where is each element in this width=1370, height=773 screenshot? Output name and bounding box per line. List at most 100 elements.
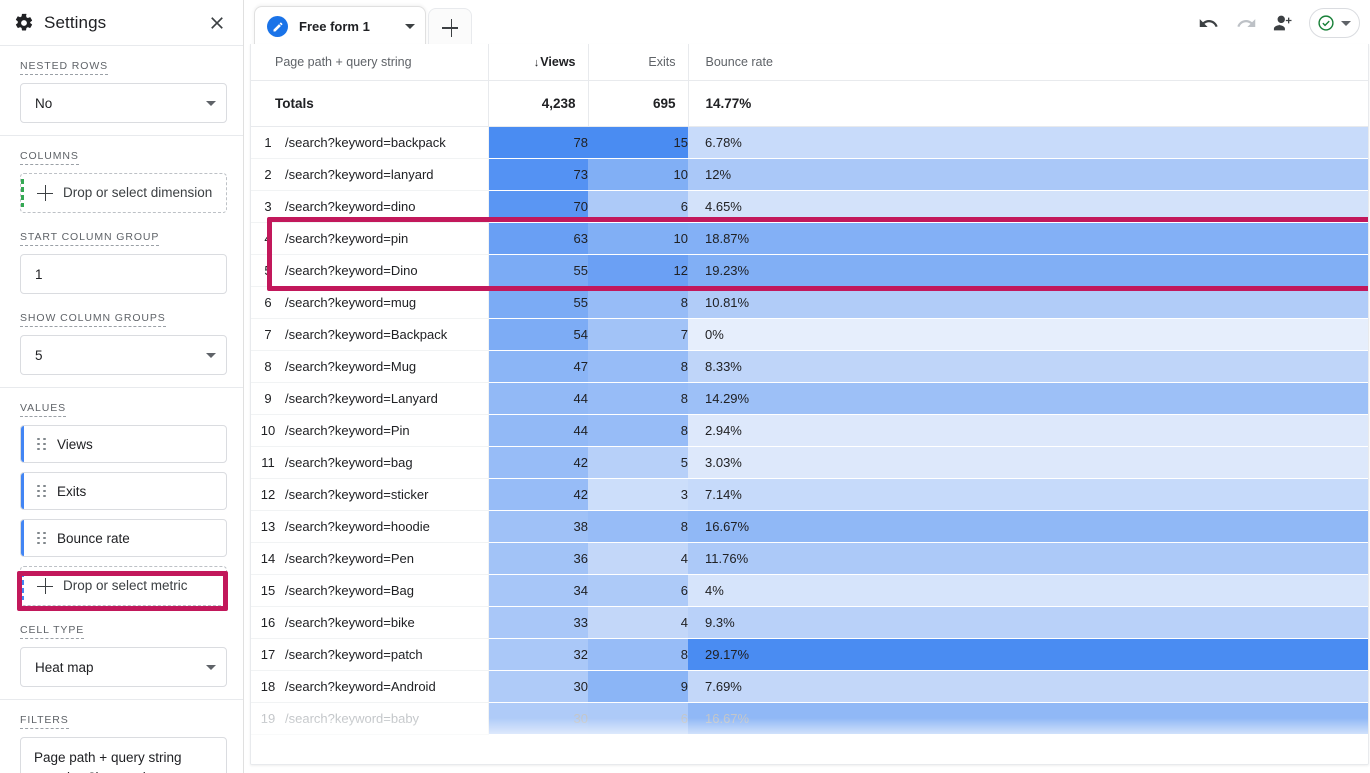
row-dimension[interactable]: /search?keyword=baby <box>285 702 489 735</box>
filter-card[interactable]: Page path + query string contains ?keywo… <box>20 737 227 773</box>
table-row[interactable]: 1/search?keyword=backpack 78 15 6.78% <box>251 126 1368 159</box>
cell-bounce-rate: 0% <box>688 318 1368 351</box>
columns-dropzone[interactable]: Drop or select dimension <box>20 173 227 213</box>
start-column-group-input[interactable]: 1 <box>20 254 227 294</box>
plus-icon <box>37 578 53 594</box>
table-row[interactable]: 8/search?keyword=Mug 47 8 8.33% <box>251 350 1368 383</box>
table-row[interactable]: 19/search?keyword=baby 30 6 16.67% <box>251 702 1368 735</box>
table-row[interactable]: 13/search?keyword=hoodie 38 8 16.67% <box>251 510 1368 543</box>
row-dimension[interactable]: /search?keyword=Bag <box>285 574 489 607</box>
cell-exits: 10 <box>588 222 688 255</box>
row-dimension[interactable]: /search?keyword=hoodie <box>285 510 489 543</box>
cell-exits: 8 <box>588 414 688 447</box>
row-index: 6 <box>251 286 285 319</box>
table-row[interactable]: 4/search?keyword=pin 63 10 18.87% <box>251 222 1368 255</box>
columns-dropzone-label: Drop or select dimension <box>63 184 213 200</box>
values-dropzone[interactable]: Drop or select metric <box>20 566 227 606</box>
tab-free-form-1[interactable]: Free form 1 <box>254 6 426 46</box>
cell-views: 47 <box>488 350 588 383</box>
row-dimension[interactable]: /search?keyword=Android <box>285 670 489 703</box>
show-column-groups-select[interactable]: 5 <box>20 335 227 375</box>
row-dimension[interactable]: /search?keyword=Dino <box>285 254 489 287</box>
cell-bounce-rate: 10.81% <box>688 286 1368 319</box>
add-person-icon[interactable] <box>1267 6 1301 40</box>
row-dimension[interactable]: /search?keyword=Pen <box>285 542 489 575</box>
table-row[interactable]: 5/search?keyword=Dino 55 12 19.23% <box>251 254 1368 287</box>
row-index: 1 <box>251 126 285 159</box>
row-dimension[interactable]: /search?keyword=Lanyard <box>285 382 489 415</box>
add-tab-button[interactable] <box>428 8 472 46</box>
col-header-dimension[interactable]: Page path + query string <box>251 44 489 81</box>
table-row[interactable]: 16/search?keyword=bike 33 4 9.3% <box>251 606 1368 639</box>
undo-icon[interactable] <box>1191 6 1225 40</box>
table-row[interactable]: 18/search?keyword=Android 30 9 7.69% <box>251 670 1368 703</box>
report-table-container: Page path + query string ↓Views Exits Bo… <box>250 44 1369 765</box>
table-row[interactable]: 7/search?keyword=Backpack 54 7 0% <box>251 318 1368 351</box>
cell-type-select[interactable]: Heat map <box>20 647 227 687</box>
table-row[interactable]: 12/search?keyword=sticker 42 3 7.14% <box>251 478 1368 511</box>
col-header-views[interactable]: ↓Views <box>488 44 589 81</box>
row-dimension[interactable]: /search?keyword=Pin <box>285 414 489 447</box>
drag-handle-icon[interactable] <box>37 531 47 544</box>
cell-views: 36 <box>488 542 588 575</box>
cell-bounce-rate: 2.94% <box>688 414 1368 447</box>
chevron-down-icon <box>1341 20 1351 26</box>
section-values: VALUES Views Exits Bounce rate Drop or s… <box>0 388 243 700</box>
toolbar-actions <box>1191 6 1370 40</box>
row-index: 4 <box>251 222 285 255</box>
cell-bounce-rate: 9.3% <box>688 606 1368 639</box>
drag-handle-icon[interactable] <box>37 437 47 450</box>
row-dimension[interactable]: /search?keyword=lanyard <box>285 158 489 191</box>
cell-views: 54 <box>488 318 588 351</box>
values-dropzone-label: Drop or select metric <box>63 577 188 593</box>
cell-bounce-rate: 7.14% <box>688 478 1368 511</box>
cell-views: 73 <box>488 158 588 191</box>
cell-exits: 6 <box>588 190 688 223</box>
row-index: 16 <box>251 606 285 639</box>
row-dimension[interactable]: /search?keyword=pin <box>285 222 489 255</box>
table-row[interactable]: 15/search?keyword=Bag 34 6 4% <box>251 574 1368 607</box>
redo-icon[interactable] <box>1229 6 1263 40</box>
cell-bounce-rate: 12% <box>688 158 1368 191</box>
row-dimension[interactable]: /search?keyword=backpack <box>285 126 489 159</box>
value-chip-exits[interactable]: Exits <box>20 472 227 510</box>
close-icon[interactable] <box>207 13 227 33</box>
totals-views: 4,238 <box>488 80 589 127</box>
cell-views: 70 <box>488 190 588 223</box>
col-header-bounce-rate[interactable]: Bounce rate <box>688 44 1368 81</box>
row-dimension[interactable]: /search?keyword=patch <box>285 638 489 671</box>
drag-handle-icon[interactable] <box>37 484 47 497</box>
chevron-down-icon[interactable] <box>405 24 415 29</box>
table-row[interactable]: 2/search?keyword=lanyard 73 10 12% <box>251 158 1368 191</box>
table-row[interactable]: 17/search?keyword=patch 32 8 29.17% <box>251 638 1368 671</box>
row-index: 10 <box>251 414 285 447</box>
filters-label: FILTERS <box>20 714 69 729</box>
table-row[interactable]: 10/search?keyword=Pin 44 8 2.94% <box>251 414 1368 447</box>
table-row[interactable]: 9/search?keyword=Lanyard 44 8 14.29% <box>251 382 1368 415</box>
value-chip-label: Bounce rate <box>57 530 130 546</box>
table-row[interactable]: 6/search?keyword=mug 55 8 10.81% <box>251 286 1368 319</box>
start-column-group-value: 1 <box>35 266 43 282</box>
table-row[interactable]: 14/search?keyword=Pen 36 4 11.76% <box>251 542 1368 575</box>
status-badge[interactable] <box>1309 8 1360 38</box>
cell-views: 32 <box>488 638 588 671</box>
row-dimension[interactable]: /search?keyword=sticker <box>285 478 489 511</box>
col-header-exits[interactable]: Exits <box>588 44 689 81</box>
nested-rows-select[interactable]: No <box>20 83 227 123</box>
row-index: 13 <box>251 510 285 543</box>
row-dimension[interactable]: /search?keyword=dino <box>285 190 489 223</box>
cell-bounce-rate: 6.78% <box>688 126 1368 159</box>
plus-icon <box>37 185 53 201</box>
row-dimension[interactable]: /search?keyword=Mug <box>285 350 489 383</box>
table-row[interactable]: 3/search?keyword=dino 70 6 4.65% <box>251 190 1368 223</box>
table-row[interactable]: 11/search?keyword=bag 42 5 3.03% <box>251 446 1368 479</box>
row-dimension[interactable]: /search?keyword=bag <box>285 446 489 479</box>
row-dimension[interactable]: /search?keyword=mug <box>285 286 489 319</box>
row-dimension[interactable]: /search?keyword=Backpack <box>285 318 489 351</box>
cell-views: 55 <box>488 286 588 319</box>
value-chip-bounce-rate[interactable]: Bounce rate <box>20 519 227 557</box>
row-dimension[interactable]: /search?keyword=bike <box>285 606 489 639</box>
value-chip-views[interactable]: Views <box>20 425 227 463</box>
cell-exits: 4 <box>588 542 688 575</box>
cell-views: 38 <box>488 510 588 543</box>
